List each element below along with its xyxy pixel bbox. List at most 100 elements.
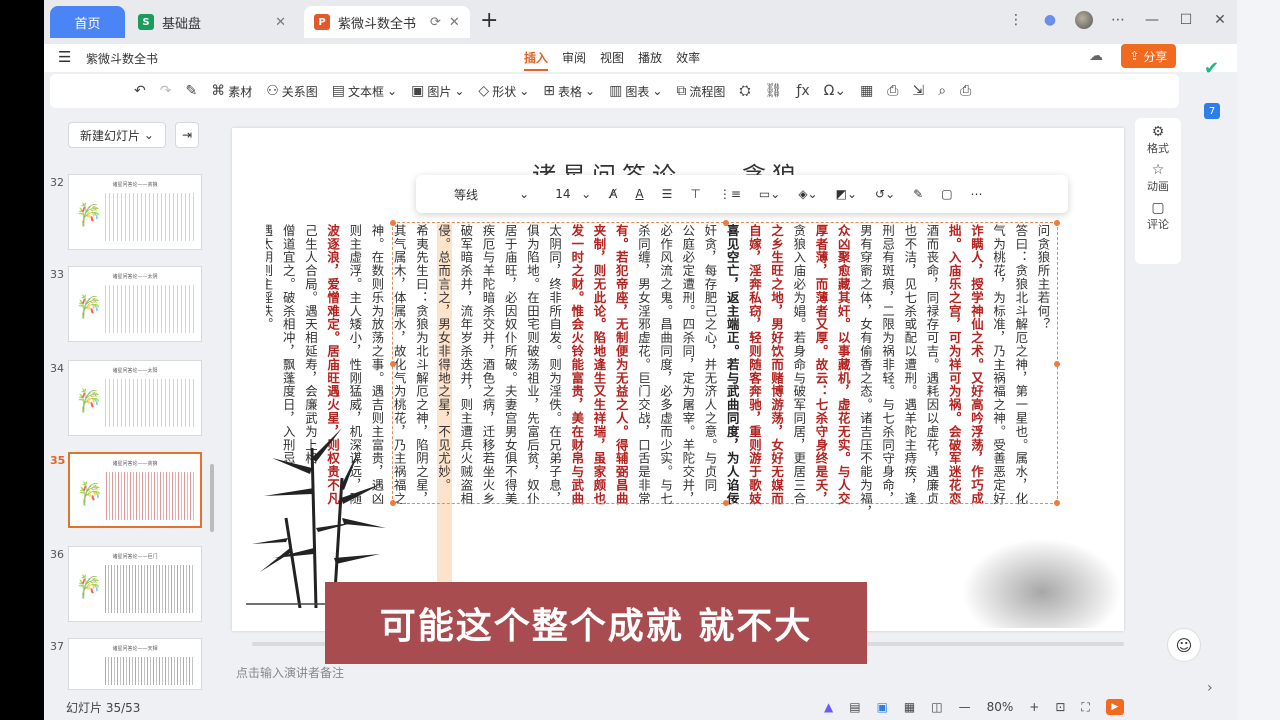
shape-button[interactable]: ◇ 形状 ⌄ [478, 83, 529, 100]
slide-thumbnail[interactable]: 诸星问答论——巨门 🎋 [68, 546, 202, 622]
close-icon[interactable]: ✕ [275, 15, 286, 30]
menu-tabs: 插入 审阅 视图 播放 效率 [524, 49, 700, 71]
link-icon[interactable]: ⛓ [765, 83, 783, 99]
thumbnail-scrollbar[interactable] [210, 464, 214, 532]
bamboo-icon: 🎋 [76, 482, 104, 507]
print-icon[interactable]: ⎙ [887, 83, 898, 99]
selection-box[interactable] [390, 220, 1060, 506]
slide-counter: 幻灯片 35/53 [66, 700, 141, 715]
export-icon[interactable]: ⇲ [913, 83, 925, 99]
slide-sorter-icon[interactable]: ▦ [904, 700, 915, 714]
printer-icon[interactable]: ⎙ [960, 83, 971, 99]
slide-number: 34 [50, 362, 64, 375]
slide-number: 33 [50, 268, 64, 281]
tab-sheet-label: 基础盘 [162, 16, 202, 32]
search-icon[interactable]: ⌕ [938, 83, 946, 99]
comment-icon[interactable]: ▢ [941, 187, 952, 201]
menu-review[interactable]: 审阅 [562, 49, 586, 71]
format-painter-icon[interactable]: ✎ [185, 83, 197, 99]
format-brush-icon[interactable]: ✎ [913, 187, 923, 201]
align-top-icon[interactable]: ⊤ [690, 187, 700, 201]
slide-thumbnail[interactable]: 诸星问答论——贪狼 🎋 [68, 174, 202, 250]
font-size-select[interactable]: 14 ⌄ [555, 187, 591, 201]
notes-view-icon[interactable]: ▤ [849, 700, 860, 714]
tab-home[interactable]: 首页 [50, 6, 125, 38]
textbox-button[interactable]: ▤ 文本框 ⌄ [332, 83, 397, 100]
animation-button[interactable]: ☆ 动画 [1147, 162, 1169, 194]
font-color-icon[interactable]: A [635, 187, 643, 201]
picture-icon: ▣ [411, 83, 425, 99]
format-button[interactable]: ⚙ 格式 [1147, 124, 1169, 156]
hamburger-menu-icon[interactable]: ☰ [58, 48, 71, 66]
layers-icon[interactable]: ◩⌄ [836, 187, 857, 201]
formula-icon[interactable]: ƒx [796, 83, 809, 99]
more-icon[interactable]: ⋯ [1101, 12, 1135, 28]
ai-icon[interactable]: ▲ [824, 700, 833, 714]
fullscreen-icon[interactable]: ⛶ [1081, 700, 1089, 715]
chart-button[interactable]: ▥ 图表 ⌄ [609, 83, 662, 100]
ink-wash-illustration [962, 538, 1122, 628]
relation-button[interactable]: ⚇ 关系图 [266, 83, 318, 100]
font-grow-icon[interactable]: A̸ [609, 187, 617, 201]
calendar-app-icon[interactable]: 7 [1204, 103, 1220, 119]
chevron-right-icon[interactable]: › [1207, 680, 1213, 696]
maximize-icon[interactable]: ☐ [1169, 12, 1203, 28]
thumb-text [105, 193, 195, 241]
comment-button[interactable]: ▢ 评论 [1147, 200, 1169, 232]
zoom-out-icon[interactable]: — [959, 700, 971, 714]
fit-window-icon[interactable]: ⊡ [1055, 700, 1065, 714]
avatar[interactable] [1067, 11, 1101, 29]
new-tab-icon[interactable]: + [480, 10, 498, 32]
zoom-in-icon[interactable]: + [1029, 700, 1039, 714]
border-icon[interactable]: ▭⌄ [759, 187, 780, 201]
fill-icon[interactable]: ◈⌄ [798, 187, 817, 201]
assistant-mascot-icon[interactable]: ☺ [1167, 628, 1201, 662]
import-icon[interactable]: ⇥ [175, 122, 199, 148]
list-icon[interactable]: ⋮≡ [719, 187, 741, 201]
tab-sheet[interactable]: S 基础盘 ✕ [128, 6, 296, 38]
play-slideshow-icon[interactable]: ▶ [1105, 699, 1124, 715]
symbol-icon[interactable]: Ω⌄ [824, 83, 846, 99]
chat-icon[interactable]: ● [1033, 12, 1067, 28]
flowchart-button[interactable]: ⧉ 流程图 [676, 83, 725, 100]
refresh-icon[interactable]: ⟳ [430, 15, 441, 30]
chart-label: 图表 [625, 84, 650, 99]
slide-thumbnail[interactable]: 诸星问答论——太阳 🎋 [68, 360, 202, 436]
slide-thumbnail[interactable]: 诸星问答论——太阴 🎋 [68, 266, 202, 342]
menu-efficiency[interactable]: 效率 [676, 49, 700, 71]
shape-icon: ◇ [478, 83, 490, 99]
tab-presentation[interactable]: P 紫微斗数全书 ⟳ ✕ [304, 6, 470, 38]
redo-icon[interactable]: ↷ [160, 83, 172, 99]
apps-icon[interactable]: ▦ [860, 83, 873, 99]
align-icon[interactable]: ☰ [662, 187, 673, 201]
cloud-sync-icon[interactable]: ☁ [1089, 48, 1103, 64]
thumb-title: 诸星问答论——贪狼 [112, 461, 158, 467]
undo-icon[interactable]: ↶ [134, 83, 146, 99]
slide-thumbnail[interactable]: 诸星问答论——天相 [68, 638, 202, 690]
font-family-select[interactable]: 等线 ⌄ [454, 186, 529, 203]
normal-view-icon[interactable]: ▣ [877, 700, 888, 714]
window-controls: ⋮ ● ⋯ — ☐ ✕ [999, 0, 1237, 40]
close-icon[interactable]: ✕ [449, 15, 460, 30]
material-button[interactable]: ⌘ 素材 [211, 83, 252, 100]
menu-play[interactable]: 播放 [638, 49, 662, 71]
table-button[interactable]: ⊞ 表格 ⌄ [543, 83, 595, 100]
sidebar-toggle-icon[interactable]: ⋮ [999, 12, 1033, 28]
table-icon: ⊞ [543, 83, 556, 99]
speaker-notes[interactable]: 点击输入演讲者备注 [236, 664, 344, 681]
slide-thumbnail-selected[interactable]: 诸星问答论——贪狼 🎋 [68, 452, 202, 528]
menu-insert[interactable]: 插入 [524, 49, 549, 71]
close-window-icon[interactable]: ✕ [1203, 12, 1237, 28]
share-button[interactable]: ⇪ 分享 [1121, 44, 1176, 68]
picture-button[interactable]: ▣ 图片 ⌄ [411, 83, 464, 100]
menu-view[interactable]: 视图 [600, 49, 624, 71]
tools-icon[interactable]: ⛭ [739, 83, 750, 99]
share-label: 分享 [1143, 49, 1168, 64]
reading-view-icon[interactable]: ◫ [931, 700, 942, 714]
rotate-icon[interactable]: ↺⌄ [875, 187, 895, 201]
minimize-icon[interactable]: — [1135, 12, 1169, 28]
more-icon[interactable]: ⋯ [971, 187, 983, 201]
new-slide-button[interactable]: 新建幻灯片 ⌄ [68, 122, 166, 148]
zoom-level[interactable]: 80% [987, 700, 1014, 714]
check-app-icon[interactable]: ✔ [1204, 58, 1219, 79]
